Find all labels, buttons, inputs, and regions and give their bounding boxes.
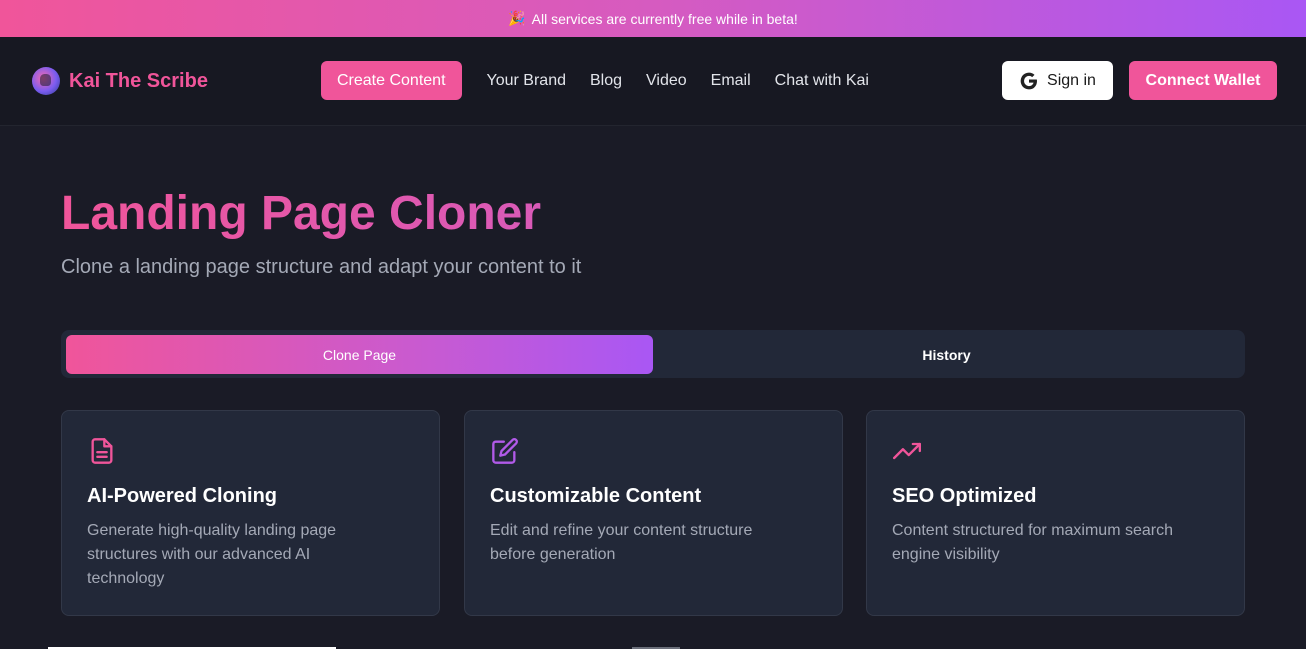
tab-bar: Clone Page History xyxy=(61,330,1245,378)
tab-history[interactable]: History xyxy=(653,335,1240,374)
robot-avatar-icon xyxy=(32,67,60,95)
feature-title: AI-Powered Cloning xyxy=(87,485,277,507)
trending-up-icon xyxy=(893,442,921,460)
tab-clone-page[interactable]: Clone Page xyxy=(66,335,653,374)
document-icon xyxy=(91,438,113,464)
sign-in-button[interactable]: Sign in xyxy=(1002,61,1113,100)
feature-card-ai-cloning: AI-Powered Cloning Generate high-quality… xyxy=(61,410,440,616)
announcement-banner: 🎉 All services are currently free while … xyxy=(0,0,1306,37)
sign-in-label: Sign in xyxy=(1047,71,1096,89)
brand-logo[interactable]: Kai The Scribe xyxy=(32,65,208,97)
nav-link-blog[interactable]: Blog xyxy=(590,72,622,90)
page-title: Landing Page Cloner xyxy=(61,185,541,243)
top-navbar: Kai The Scribe Create Content Your Brand… xyxy=(0,37,1306,126)
nav-link-video[interactable]: Video xyxy=(646,72,687,90)
feature-description: Edit and refine your content structure b… xyxy=(490,522,753,563)
page-subtitle: Clone a landing page structure and adapt… xyxy=(61,256,582,278)
nav-links: Create Content Your Brand Blog Video Ema… xyxy=(321,61,893,100)
connect-wallet-button[interactable]: Connect Wallet xyxy=(1129,61,1277,100)
feature-description: Content structured for maximum search en… xyxy=(892,522,1173,563)
feature-card-seo: SEO Optimized Content structured for max… xyxy=(866,410,1245,616)
feature-title: Customizable Content xyxy=(490,485,702,507)
feature-card-customizable: Customizable Content Edit and refine you… xyxy=(464,410,843,616)
brand-name: Kai The Scribe xyxy=(69,69,208,92)
feature-description: Generate high-quality landing page struc… xyxy=(87,522,337,587)
party-popper-icon: 🎉 xyxy=(508,10,526,26)
nav-link-chat-with-kai[interactable]: Chat with Kai xyxy=(775,72,869,90)
nav-link-email[interactable]: Email xyxy=(711,72,751,90)
google-icon xyxy=(1020,72,1038,89)
banner-text: All services are currently free while in… xyxy=(531,10,798,27)
edit-icon xyxy=(492,438,518,464)
nav-link-your-brand[interactable]: Your Brand xyxy=(487,72,566,90)
feature-title: SEO Optimized xyxy=(892,485,1037,507)
create-content-button[interactable]: Create Content xyxy=(321,61,462,100)
